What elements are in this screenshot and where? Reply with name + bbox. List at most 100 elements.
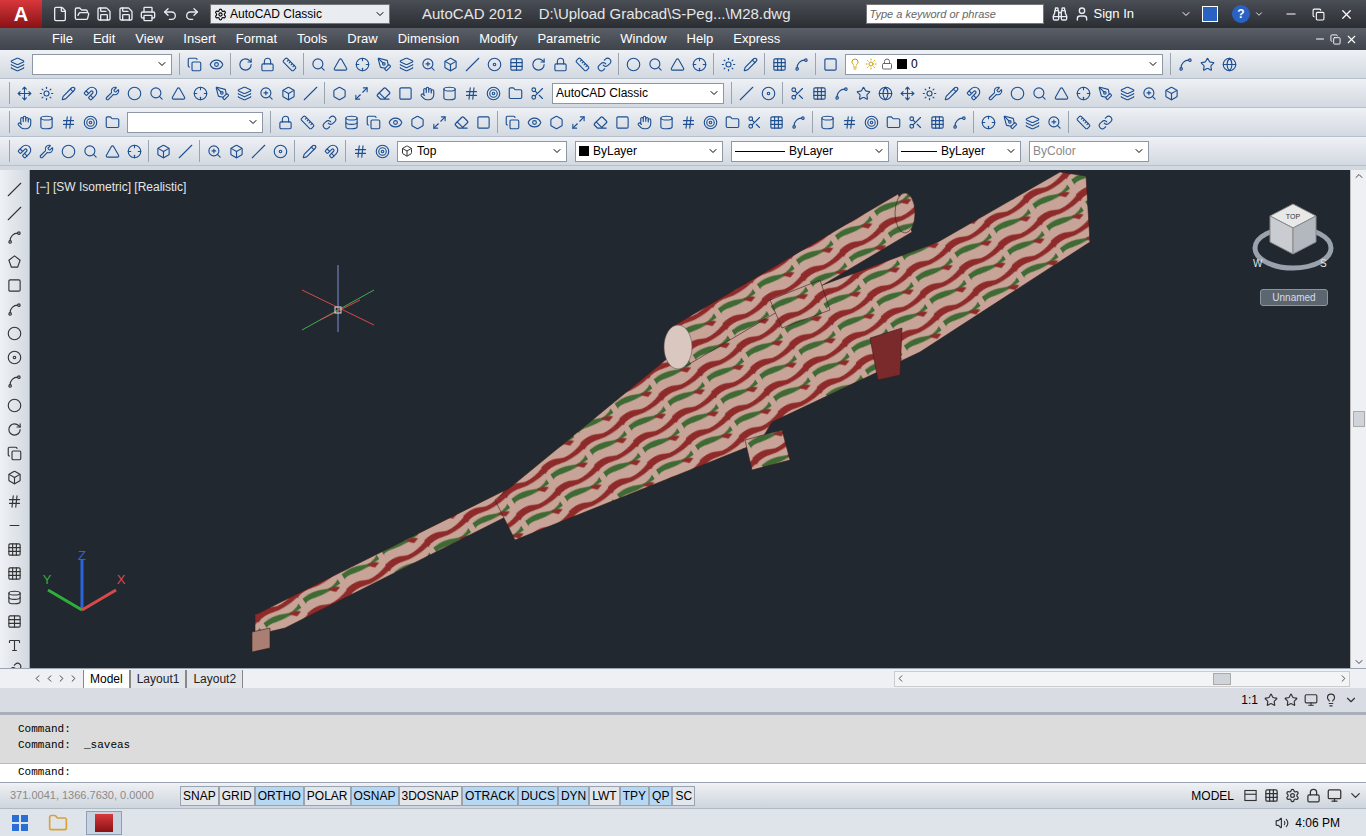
app-button[interactable]: A	[0, 0, 42, 28]
toolbar-dropdown[interactable]	[127, 112, 263, 133]
tool-button[interactable]	[545, 111, 567, 133]
tool-button[interactable]	[278, 53, 300, 75]
quick-access-icon[interactable]	[74, 6, 90, 22]
tool-button[interactable]	[677, 111, 699, 133]
quick-access-icon[interactable]	[184, 6, 200, 22]
tool-button[interactable]	[299, 82, 321, 104]
tool-button[interactable]	[4, 370, 26, 392]
status-toggle[interactable]: ORTHO	[255, 786, 304, 806]
tool-button[interactable]	[4, 634, 26, 656]
tool-button[interactable]	[743, 111, 765, 133]
tool-button[interactable]	[666, 53, 688, 75]
scroll-thumb[interactable]	[1353, 411, 1365, 427]
arrow-left-icon[interactable]	[895, 673, 906, 684]
menu-item[interactable]: Edit	[83, 29, 125, 49]
menu-item[interactable]: Tools	[287, 29, 337, 49]
status-toggle[interactable]: OTRACK	[462, 786, 518, 806]
tool-button[interactable]	[395, 53, 417, 75]
tool-button[interactable]	[298, 140, 320, 162]
autocad-task-icon[interactable]	[86, 811, 122, 835]
tool-button[interactable]	[622, 53, 644, 75]
horizontal-scrollbar[interactable]	[894, 671, 1350, 687]
tool-button[interactable]	[501, 111, 523, 133]
tool-button[interactable]	[786, 82, 808, 104]
tool-button[interactable]	[1028, 82, 1050, 104]
tool-button[interactable]	[277, 82, 299, 104]
tool-button[interactable]	[1072, 111, 1094, 133]
tool-button[interactable]	[35, 111, 57, 133]
tool-button[interactable]	[35, 82, 57, 104]
toolbar-dropdown[interactable]	[32, 54, 172, 75]
annotation-icon[interactable]	[1344, 693, 1358, 707]
tool-button[interactable]	[505, 53, 527, 75]
tool-button[interactable]	[183, 53, 205, 75]
tool-button[interactable]	[699, 111, 721, 133]
toolbar-dropdown[interactable]: ByLayer	[897, 141, 1021, 162]
tool-button[interactable]	[633, 111, 655, 133]
arrow-down-icon[interactable]	[1353, 656, 1365, 668]
tab-nav-icon[interactable]	[68, 673, 79, 684]
restore-icon[interactable]	[1312, 8, 1325, 21]
tool-button[interactable]	[472, 111, 494, 133]
tool-button[interactable]	[4, 466, 26, 488]
menu-item[interactable]: Express	[723, 29, 790, 49]
tool-button[interactable]	[6, 53, 28, 75]
tool-button[interactable]	[461, 53, 483, 75]
tool-button[interactable]	[340, 111, 362, 133]
tool-button[interactable]	[203, 140, 225, 162]
menu-item[interactable]: File	[42, 29, 83, 49]
arrow-right-icon[interactable]	[1338, 673, 1349, 684]
minimize-icon[interactable]	[1284, 7, 1298, 21]
tool-button[interactable]	[790, 53, 812, 75]
tool-button[interactable]	[735, 82, 757, 104]
tool-button[interactable]	[721, 111, 743, 133]
annotation-icon[interactable]	[1324, 693, 1338, 707]
clock[interactable]: 4:06 PM	[1295, 814, 1340, 832]
tool-button[interactable]	[4, 562, 26, 584]
tool-button[interactable]	[234, 53, 256, 75]
tool-button[interactable]	[977, 111, 999, 133]
tool-button[interactable]	[830, 82, 852, 104]
tool-button[interactable]	[757, 82, 779, 104]
quick-access-icon[interactable]	[140, 6, 156, 22]
tool-button[interactable]	[1218, 53, 1240, 75]
menu-item[interactable]: View	[125, 29, 173, 49]
tool-button[interactable]	[1116, 82, 1138, 104]
tool-button[interactable]	[4, 418, 26, 440]
tool-button[interactable]	[362, 111, 384, 133]
binoculars-icon[interactable]	[1052, 6, 1068, 22]
tool-button[interactable]	[527, 53, 549, 75]
tool-button[interactable]	[406, 111, 428, 133]
tool-button[interactable]	[101, 111, 123, 133]
tool-button[interactable]	[999, 111, 1021, 133]
tool-button[interactable]	[35, 140, 57, 162]
tool-button[interactable]	[296, 111, 318, 133]
tool-button[interactable]	[4, 586, 26, 608]
tool-button[interactable]	[717, 53, 739, 75]
tool-button[interactable]	[211, 82, 233, 104]
tool-button[interactable]	[739, 53, 761, 75]
tool-button[interactable]	[450, 111, 472, 133]
tool-button[interactable]	[329, 53, 351, 75]
minimize-icon[interactable]	[1314, 33, 1326, 45]
tool-button[interactable]	[274, 111, 296, 133]
arrow-up-icon[interactable]	[1353, 170, 1365, 182]
quick-access-icon[interactable]	[96, 6, 112, 22]
tool-button[interactable]	[1174, 53, 1196, 75]
tool-button[interactable]	[593, 53, 615, 75]
status-toggle[interactable]: DUCS	[518, 786, 558, 806]
status-icon[interactable]	[1327, 788, 1342, 803]
tool-button[interactable]	[145, 82, 167, 104]
tool-button[interactable]	[57, 111, 79, 133]
tool-button[interactable]	[874, 82, 896, 104]
tool-button[interactable]	[189, 82, 211, 104]
restore-icon[interactable]	[1330, 34, 1341, 45]
tool-button[interactable]	[1160, 82, 1182, 104]
status-toggle[interactable]: GRID	[219, 786, 255, 806]
tool-button[interactable]	[328, 82, 350, 104]
tool-button[interactable]	[483, 53, 505, 75]
toolbar-dropdown[interactable]: ByColor	[1029, 141, 1149, 162]
annotation-icon[interactable]	[1284, 693, 1298, 707]
status-icon[interactable]	[1264, 788, 1279, 803]
tool-button[interactable]	[428, 111, 450, 133]
